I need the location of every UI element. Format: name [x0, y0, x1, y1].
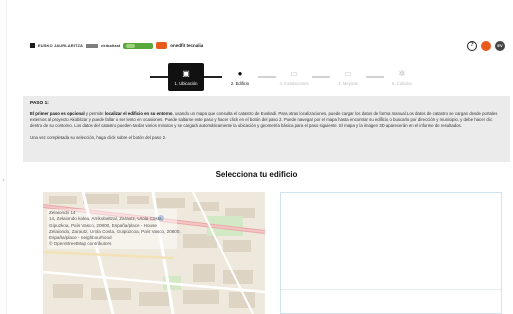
step-2-edificio[interactable]: ● 2. Edificio: [222, 63, 258, 91]
user-avatar-icon[interactable]: EV: [495, 41, 505, 51]
section-title: Selecciona tu edificio: [215, 170, 298, 179]
info-bold-2: localizar el edificio en su entorno: [104, 111, 173, 116]
popup-line: Gipuzkoa, País Vasco, 20800, España/plac…: [49, 222, 157, 228]
step-info-title: PASO 1:: [30, 101, 49, 106]
logo-divider: [86, 43, 99, 48]
step-label: 4. Mejoras: [338, 80, 358, 86]
step-info-text: El primer paso es opcional y permite loc…: [30, 111, 503, 130]
location-pin-icon: ▣: [182, 68, 190, 78]
left-edge-strip: ›: [0, 0, 7, 314]
installations-icon: ▭: [290, 68, 298, 78]
map-address-popup: Zelaiondo 14 14, Zelaiondo kalea, Arriko…: [47, 209, 181, 249]
step-info-note: Una vez completada su selección, haga cl…: [30, 134, 167, 140]
green-logo: [123, 42, 154, 49]
step-connector: [366, 76, 384, 78]
step-label: 3. Instalaciones: [279, 80, 309, 86]
panel-divider: [281, 289, 501, 290]
step-connector: [204, 76, 222, 78]
building-icon: ●: [237, 68, 243, 78]
popup-line: 14, Zelaiondo kalea, Arrikobaltzal, Zara…: [49, 216, 163, 222]
step-4-mejoras: ▭ 4. Mejoras: [330, 63, 366, 91]
info-text-1: y permite: [84, 111, 105, 116]
step-1-ubicacion[interactable]: ▣ 1. Ubicación: [168, 63, 204, 91]
info-bold-1: El primer paso es opcional: [30, 111, 85, 116]
header: EUSKO JAURLARITZA ekibaltzat onedfit tec…: [22, 38, 510, 64]
map-view[interactable]: Zelaiondo 14 14, Zelaiondo kalea, Arriko…: [43, 192, 265, 314]
step-3-instalaciones: ▭ 3. Instalaciones: [276, 63, 312, 91]
step-connector: [150, 76, 168, 78]
brand-text: onedfit tecnalia: [170, 43, 204, 48]
logo2-text: ekibaltzat: [101, 43, 121, 48]
orange-logo: [156, 42, 168, 49]
partner-logos: EUSKO JAURLARITZA ekibaltzat onedfit tec…: [30, 41, 203, 50]
step-label: 5. Calcular: [391, 80, 412, 86]
step-label: 2. Edificio: [230, 80, 250, 86]
step-connector: [312, 76, 330, 78]
notification-icon[interactable]: [481, 41, 491, 51]
step-connector: [258, 76, 276, 78]
eusko-jaurlaritza-logo: [30, 43, 35, 48]
map-attribution[interactable]: © OpenStreetMap contributors: [49, 241, 175, 247]
step-wizard: ▣ 1. Ubicación ● 2. Edificio ▭ 3. Instal…: [150, 63, 420, 91]
building-3d-view[interactable]: [280, 192, 502, 314]
logo1-text: EUSKO JAURLARITZA: [38, 43, 84, 48]
gear-icon: ✲: [398, 68, 406, 78]
help-icon[interactable]: ?: [467, 41, 477, 51]
step-5-calcular: ✲ 5. Calcular: [384, 63, 420, 91]
step-label: 1. Ubicación: [174, 80, 198, 86]
step-info-panel: PASO 1: El primer paso es opcional y per…: [23, 96, 510, 162]
improvements-icon: ▭: [344, 68, 352, 78]
header-actions: ? EV: [467, 41, 505, 51]
